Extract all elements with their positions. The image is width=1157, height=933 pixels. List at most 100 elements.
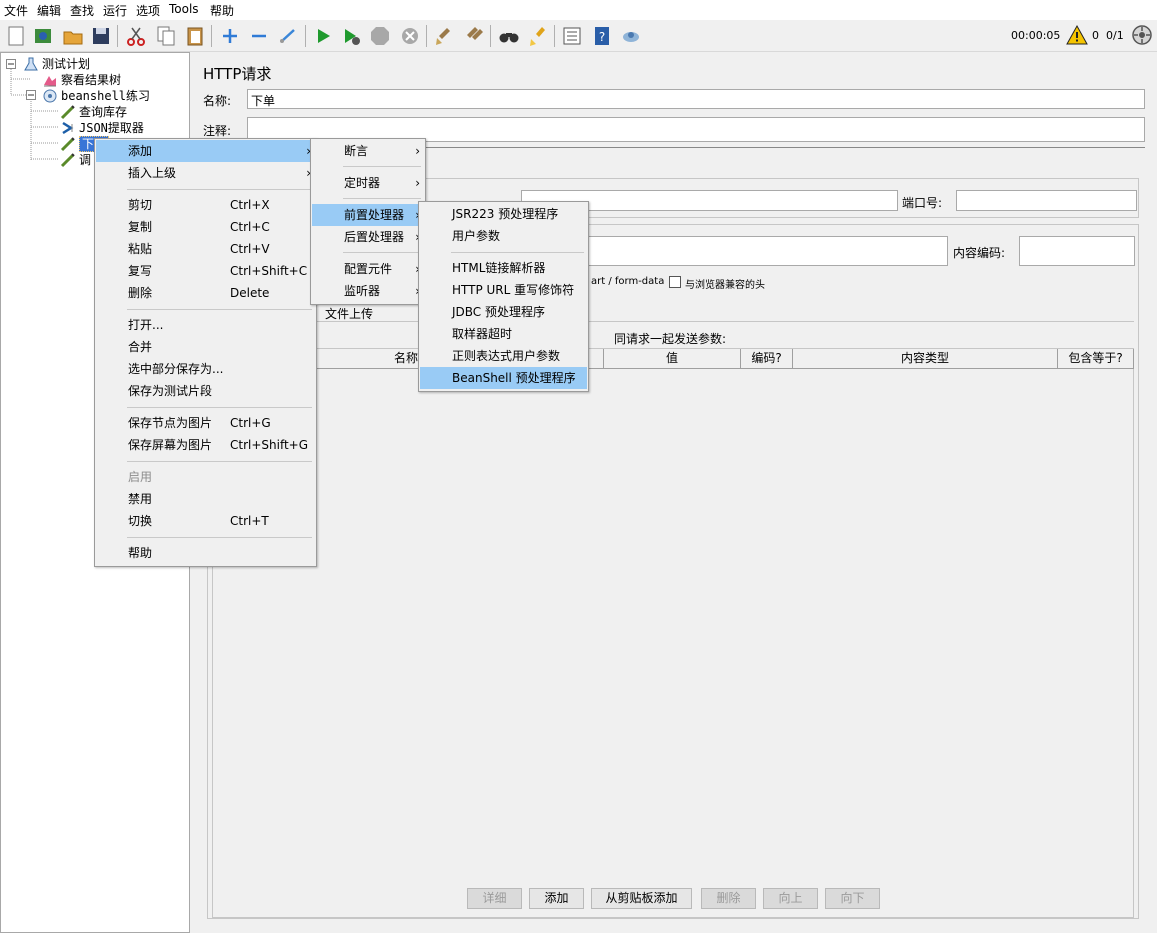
add-from-clipboard-button[interactable]: 从剪贴板添加 — [591, 888, 692, 909]
toolbar-separator — [305, 25, 306, 47]
column-header-encode[interactable]: 编码? — [741, 349, 793, 369]
status-icon[interactable] — [1131, 24, 1153, 46]
browser-headers-checkbox[interactable] — [669, 276, 681, 288]
menu-item-pre-processors[interactable]: 前置处理器› — [312, 204, 424, 226]
tree-node-label: 调 — [79, 153, 92, 167]
menu-search[interactable]: 查找 — [70, 2, 94, 19]
menu-item-post-processors[interactable]: 后置处理器› — [312, 226, 424, 248]
menu-item-sample-timeout[interactable]: 取样器超时 — [420, 323, 587, 345]
detail-button[interactable]: 详细 — [467, 888, 522, 909]
menu-item-beanshell-preprocessor[interactable]: BeanShell 预处理程序 — [420, 367, 587, 389]
menu-item-label: 配置元件 — [344, 262, 393, 276]
menu-item-timers[interactable]: 定时器 › — [312, 172, 424, 194]
shutdown-icon[interactable] — [398, 24, 422, 48]
save-icon[interactable] — [89, 24, 113, 48]
tree-node-json-extractor[interactable]: JSON提取器 — [60, 120, 144, 136]
tree-node-query-stock[interactable]: 查询库存 — [60, 104, 127, 120]
menu-item-help[interactable]: 帮助 — [96, 542, 315, 564]
down-button[interactable]: 向下 — [825, 888, 880, 909]
cut-icon[interactable] — [124, 24, 148, 48]
menu-edit[interactable]: 编辑 — [37, 2, 61, 19]
menu-item-listeners[interactable]: 监听器› — [312, 280, 424, 302]
menu-bar: 文件 编辑 查找 运行 选项 Tools 帮助 — [0, 0, 1157, 20]
menu-separator — [127, 461, 312, 462]
path-field[interactable] — [584, 236, 948, 266]
menu-separator — [451, 252, 584, 253]
toolbar-separator — [490, 25, 491, 47]
menu-item-html-link-parser[interactable]: HTML链接解析器 — [420, 257, 587, 279]
menu-item-save-node-image[interactable]: 保存节点为图片 Ctrl+G — [96, 412, 315, 434]
port-field[interactable] — [956, 190, 1137, 211]
start-no-pause-icon[interactable] — [339, 24, 363, 48]
menu-tools[interactable]: Tools — [169, 2, 199, 16]
toolbar-separator — [117, 25, 118, 47]
column-header-include-equals[interactable]: 包含等于? — [1058, 349, 1134, 369]
menu-item-delete[interactable]: 删除 Delete — [96, 282, 315, 304]
menu-item-insert-parent[interactable]: 插入上级 › — [96, 162, 315, 184]
params-table[interactable] — [212, 348, 1134, 918]
menu-file[interactable]: 文件 — [4, 2, 28, 19]
menu-item-paste[interactable]: 粘贴 Ctrl+V — [96, 238, 315, 260]
menu-options[interactable]: 选项 — [136, 2, 160, 19]
menu-item-url-rewriting-modifier[interactable]: HTTP URL 重写修饰符 — [420, 279, 587, 301]
delete-button[interactable]: 删除 — [701, 888, 756, 909]
tree-node-thread-group[interactable]: beanshell练习 — [42, 88, 150, 104]
search-icon[interactable] — [497, 24, 521, 48]
menu-item-assertions[interactable]: 断言 › — [312, 140, 424, 162]
open-icon[interactable] — [61, 24, 85, 48]
function-helper-icon[interactable] — [560, 24, 584, 48]
help-icon[interactable]: ? — [590, 24, 614, 48]
remote-icon[interactable] — [619, 24, 643, 48]
name-field[interactable]: 下单 — [247, 89, 1145, 109]
menu-item-copy[interactable]: 复制 Ctrl+C — [96, 216, 315, 238]
menu-help[interactable]: 帮助 — [210, 2, 234, 19]
tab-file-upload[interactable]: 文件上传 — [325, 305, 373, 322]
menu-item-save-selection[interactable]: 选中部分保存为... — [96, 358, 315, 380]
menu-item-jdbc-preprocessor[interactable]: JDBC 预处理程序 — [420, 301, 587, 323]
menu-item-save-fragment[interactable]: 保存为测试片段 — [96, 380, 315, 402]
menu-item-jsr223-preprocessor[interactable]: JSR223 预处理程序 — [420, 203, 587, 225]
menu-item-shortcut: Ctrl+G — [230, 416, 271, 430]
menu-item-label: 禁用 — [128, 492, 153, 506]
toggle-icon[interactable] — [276, 24, 300, 48]
clear-icon[interactable] — [432, 24, 456, 48]
menu-item-regex-user-parameters[interactable]: 正则表达式用户参数 — [420, 345, 587, 367]
multipart-label: art / form-data — [591, 276, 665, 287]
menu-item-user-parameters[interactable]: 用户参数 — [420, 225, 587, 247]
menu-item-duplicate[interactable]: 复写 Ctrl+Shift+C — [96, 260, 315, 282]
encoding-field[interactable] — [1019, 236, 1135, 266]
copy-icon[interactable] — [154, 24, 178, 48]
stop-icon[interactable] — [368, 24, 392, 48]
menu-item-save-screen-image[interactable]: 保存屏幕为图片 Ctrl+Shift+G — [96, 434, 315, 456]
start-icon[interactable] — [311, 24, 335, 48]
templates-icon[interactable] — [31, 24, 55, 48]
tree-node-debug[interactable]: 调 — [60, 152, 91, 168]
column-header-content-type[interactable]: 内容类型 — [793, 349, 1058, 369]
expand-icon[interactable] — [218, 24, 242, 48]
add-button[interactable]: 添加 — [529, 888, 584, 909]
menu-item-toggle[interactable]: 切换 Ctrl+T — [96, 510, 315, 532]
tree-node-results-tree[interactable]: 察看结果树 — [42, 72, 121, 88]
menu-item-cut[interactable]: 剪切 Ctrl+X — [96, 194, 315, 216]
menu-item-label: JDBC 预处理程序 — [452, 305, 545, 319]
menu-item-open[interactable]: 打开... — [96, 314, 315, 336]
menu-item-add[interactable]: 添加 › — [96, 140, 315, 162]
menu-item-merge[interactable]: 合并 — [96, 336, 315, 358]
reset-search-icon[interactable] — [526, 24, 550, 48]
up-button[interactable]: 向上 — [763, 888, 818, 909]
menu-item-label: 后置处理器 — [344, 230, 405, 244]
menu-item-label: 监听器 — [344, 284, 381, 298]
menu-item-config-elements[interactable]: 配置元件› — [312, 258, 424, 280]
clear-all-icon[interactable] — [462, 24, 486, 48]
context-menu: 添加 › 插入上级 › 剪切 Ctrl+X 复制 Ctrl+C 粘贴 Ctrl+V 复写 C… — [94, 138, 317, 567]
menu-item-label: 插入上级 — [128, 166, 177, 180]
collapse-icon[interactable] — [247, 24, 271, 48]
menu-item-disable[interactable]: 禁用 — [96, 488, 315, 510]
menu-item-label: 断言 — [344, 144, 369, 158]
column-header-value[interactable]: 值 — [604, 349, 741, 369]
menu-run[interactable]: 运行 — [103, 2, 127, 19]
warning-icon[interactable] — [1066, 24, 1088, 46]
tree-node-test-plan[interactable]: 测试计划 — [23, 56, 90, 72]
new-icon[interactable] — [4, 24, 28, 48]
paste-icon[interactable] — [183, 24, 207, 48]
